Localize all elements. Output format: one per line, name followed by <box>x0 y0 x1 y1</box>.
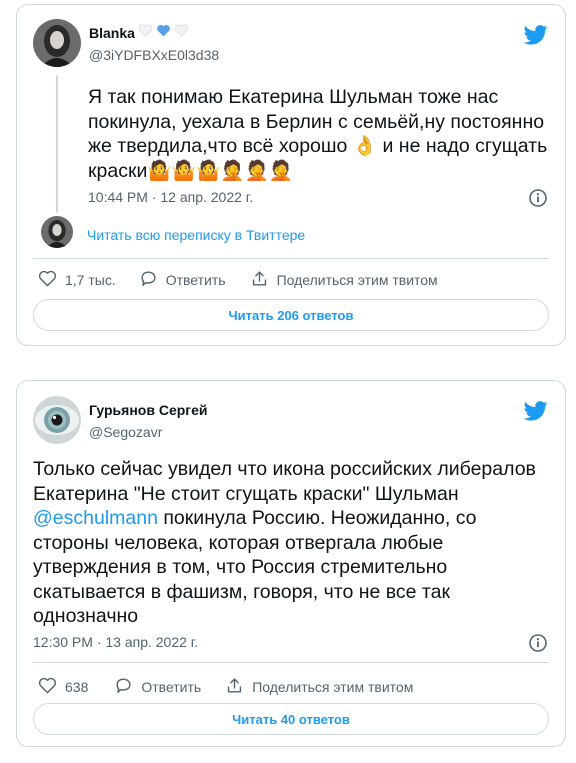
share-button[interactable]: Поделиться этим твитом <box>225 676 413 698</box>
like-button[interactable]: 638 <box>38 676 88 698</box>
divider <box>33 662 549 663</box>
info-icon[interactable] <box>528 188 548 208</box>
thread-line <box>56 75 58 213</box>
avatar[interactable] <box>33 19 81 67</box>
read-thread-link[interactable]: Читать всю переписку в Твиттере <box>87 227 305 243</box>
share-label: Поделиться этим твитом <box>276 272 438 288</box>
share-button[interactable]: Поделиться этим твитом <box>250 269 438 291</box>
blue-heart-icon <box>156 24 171 42</box>
like-button[interactable]: 1,7 тыс. <box>38 269 116 291</box>
display-name[interactable]: Гурьянов Сергей <box>89 402 208 418</box>
embedded-tweet-card[interactable]: Гурьянов Сергей @Segozavr Только сейчас … <box>16 380 566 747</box>
author-name-line: Гурьянов Сергей <box>89 402 208 418</box>
divider <box>33 258 549 259</box>
handle[interactable]: @Segozavr <box>89 424 162 440</box>
mention-link[interactable]: @eschulmann <box>33 507 158 529</box>
small-avatar[interactable] <box>41 216 73 248</box>
tweet-text: Я так понимаю Екатерина Шульман тоже нас… <box>88 86 548 182</box>
twitter-bird-icon[interactable] <box>523 401 548 421</box>
twitter-bird-icon[interactable] <box>523 25 548 45</box>
timestamp[interactable]: 12:30 PM · 13 апр. 2022 г. <box>33 634 198 650</box>
info-icon[interactable] <box>528 633 548 653</box>
handle[interactable]: @3iYDFBXxE0l3d38 <box>89 47 219 63</box>
white-heart-icon <box>174 24 189 42</box>
share-icon <box>250 269 269 291</box>
action-bar: 638 Ответить Поделиться этим твитом <box>38 676 413 698</box>
white-heart-icon <box>138 24 153 42</box>
tweet-text: Только сейчас увидел что икона российски… <box>33 458 536 627</box>
read-replies-button[interactable]: Читать 206 ответов <box>33 299 549 331</box>
like-count: 638 <box>65 679 89 695</box>
reply-icon <box>139 269 158 291</box>
share-label: Поделиться этим твитом <box>252 679 414 695</box>
embedded-tweet-card[interactable]: Blanka @3iYDFBXxE0l3d38 Я так понимаю Ек… <box>16 4 566 346</box>
heart-icon <box>38 676 57 698</box>
timestamp[interactable]: 10:44 PM · 12 апр. 2022 г. <box>88 189 253 205</box>
reply-icon <box>114 676 133 698</box>
reply-label: Ответить <box>165 272 226 288</box>
share-icon <box>225 676 244 698</box>
heart-icon <box>38 269 57 291</box>
reply-label: Ответить <box>141 679 202 695</box>
author-name-line: Blanka <box>89 24 189 42</box>
like-count: 1,7 тыс. <box>65 272 116 288</box>
reply-button[interactable]: Ответить <box>114 676 201 698</box>
display-name[interactable]: Blanka <box>89 25 135 41</box>
action-bar: 1,7 тыс. Ответить Поделиться этим твитом <box>38 269 438 291</box>
avatar[interactable] <box>33 396 81 444</box>
reply-button[interactable]: Ответить <box>139 269 226 291</box>
read-replies-button[interactable]: Читать 40 ответов <box>33 703 549 735</box>
